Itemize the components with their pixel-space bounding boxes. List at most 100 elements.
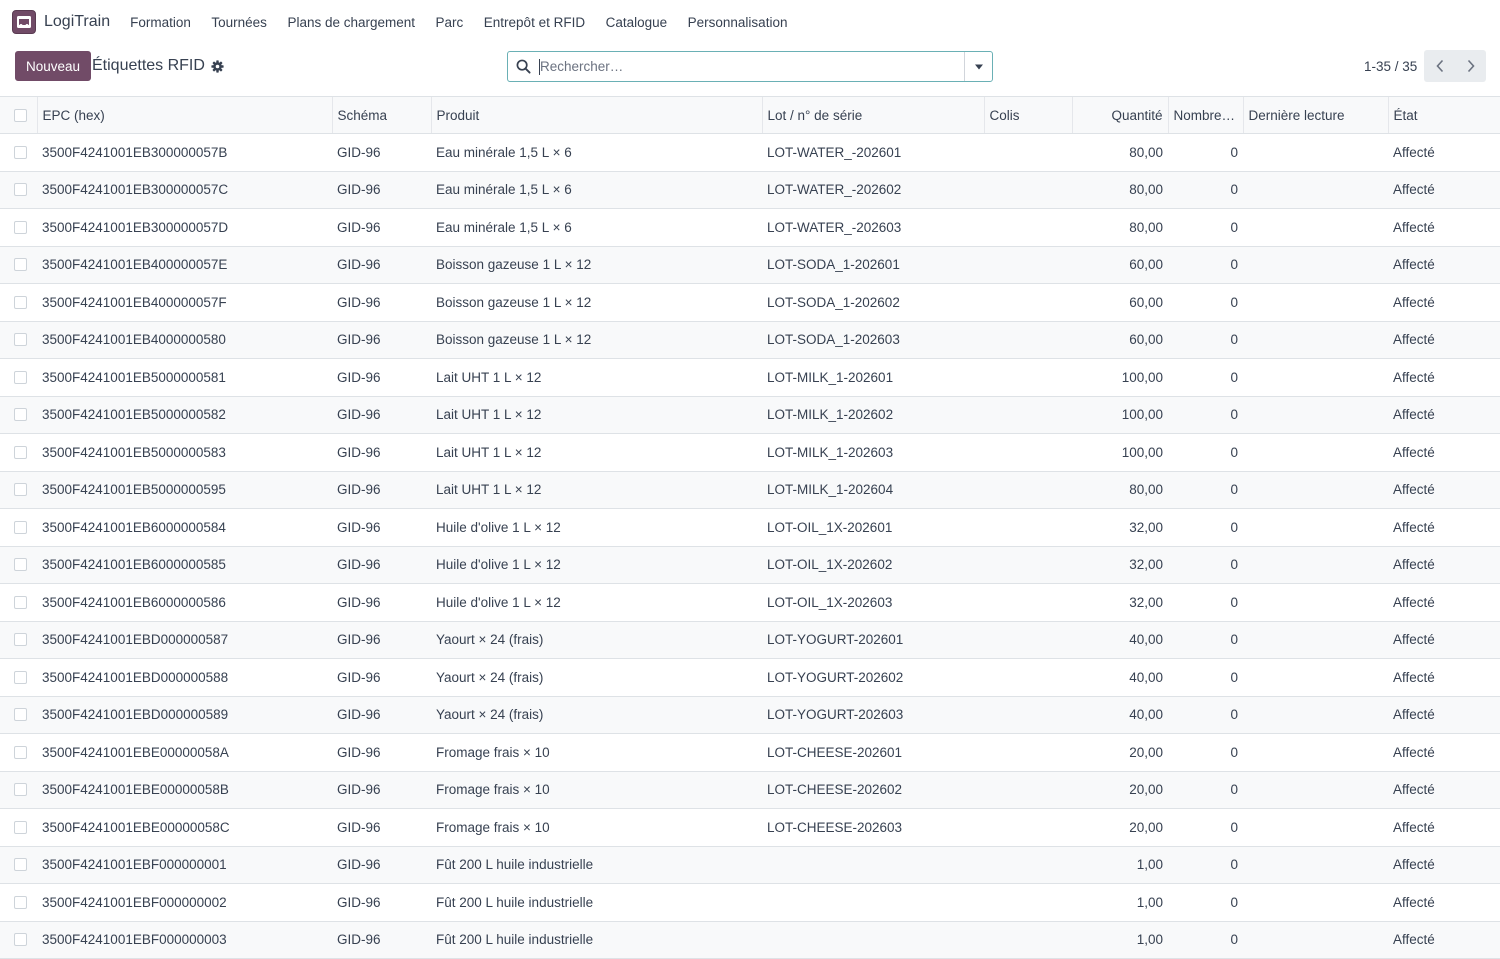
menu-item-catalogue[interactable]: Catalogue	[606, 15, 668, 30]
table-row[interactable]: 3500F4241001EBE00000058C GID-96 Fromage fr…	[0, 808, 1500, 847]
row-checkbox[interactable]	[14, 895, 27, 909]
gear-icon[interactable]	[211, 59, 224, 73]
table-row[interactable]: 3500F4241001EBD000000588 GID-96 Yaourt × 2…	[0, 658, 1500, 697]
column-header-lot[interactable]: Lot / n° de série	[761, 96, 984, 134]
row-checkbox[interactable]	[14, 933, 27, 947]
row-checkbox[interactable]	[14, 783, 27, 797]
cell-package	[984, 546, 1072, 584]
row-checkbox-cell[interactable]	[0, 321, 37, 359]
row-checkbox-cell[interactable]	[0, 208, 37, 247]
menu-item-entrepot-rfid[interactable]: Entrepôt et RFID	[484, 15, 585, 30]
app-brand[interactable]: LogiTrain	[44, 13, 110, 31]
row-checkbox[interactable]	[14, 483, 27, 497]
row-checkbox-cell[interactable]	[0, 133, 37, 172]
cell-read-count: 0	[1168, 246, 1243, 284]
row-checkbox[interactable]	[14, 220, 27, 234]
column-header-quantity[interactable]: Quantité	[1071, 96, 1168, 134]
menu-item-parc[interactable]: Parc	[436, 15, 464, 30]
row-checkbox[interactable]	[14, 858, 27, 872]
row-checkbox[interactable]	[14, 295, 27, 309]
column-header-scheme[interactable]: Schéma	[331, 96, 431, 134]
row-checkbox[interactable]	[14, 633, 27, 647]
table-row[interactable]: 3500F4241001EB6000000586 GID-96 Huile d'ol…	[0, 583, 1500, 622]
table-row[interactable]: 3500F4241001EB400000057E GID-96 Boisson ga…	[0, 246, 1500, 284]
menu-item-personnalisation[interactable]: Personnalisation	[688, 15, 788, 30]
table-row[interactable]: 3500F4241001EBF000000003 GID-96 Fût 200 L …	[0, 921, 1500, 959]
select-all-checkbox-cell[interactable]	[0, 96, 37, 134]
table-row[interactable]: 3500F4241001EB300000057D GID-96 Eau minéra…	[0, 208, 1500, 247]
row-checkbox-cell[interactable]	[0, 358, 37, 397]
table-row[interactable]: 3500F4241001EB4000000580 GID-96 Boisson ga…	[0, 321, 1500, 359]
menu-item-tournees[interactable]: Tournées	[211, 15, 267, 30]
row-checkbox[interactable]	[14, 670, 27, 684]
column-header-package[interactable]: Colis	[983, 96, 1072, 134]
column-header-last-read[interactable]: Dernière lecture	[1242, 96, 1388, 134]
chevron-right-icon[interactable]	[1455, 50, 1486, 82]
row-checkbox-cell[interactable]	[0, 171, 37, 209]
table-row[interactable]: 3500F4241001EB300000057C GID-96 Eau minéra…	[0, 171, 1500, 209]
table-row[interactable]: 3500F4241001EBE00000058B GID-96 Fromage fr…	[0, 771, 1500, 809]
row-checkbox-cell[interactable]	[0, 658, 37, 697]
row-checkbox-cell[interactable]	[0, 583, 37, 622]
chevron-left-icon[interactable]	[1424, 50, 1455, 82]
table-row[interactable]: 3500F4241001EB5000000583 GID-96 Lait UHT 1…	[0, 433, 1500, 472]
cell-package	[984, 808, 1072, 847]
cell-state: Affecté	[1388, 133, 1500, 172]
row-checkbox[interactable]	[14, 708, 27, 722]
row-checkbox-cell[interactable]	[0, 808, 37, 847]
row-checkbox[interactable]	[14, 520, 27, 534]
menu-item-plans-de-chargement[interactable]: Plans de chargement	[287, 15, 415, 30]
search-input[interactable]	[539, 58, 964, 75]
table-row[interactable]: 3500F4241001EB6000000585 GID-96 Huile d'ol…	[0, 546, 1500, 584]
row-checkbox[interactable]	[14, 445, 27, 459]
new-button[interactable]: Nouveau	[15, 51, 92, 81]
row-checkbox[interactable]	[14, 745, 27, 759]
table-row[interactable]: 3500F4241001EB5000000595 GID-96 Lait UHT 1…	[0, 471, 1500, 509]
row-checkbox-cell[interactable]	[0, 733, 37, 772]
row-checkbox[interactable]	[14, 595, 27, 609]
row-checkbox-cell[interactable]	[0, 771, 37, 809]
row-checkbox[interactable]	[14, 558, 27, 572]
row-checkbox[interactable]	[14, 820, 27, 834]
row-checkbox[interactable]	[14, 145, 27, 159]
cell-epc: 3500F4241001EB6000000584	[37, 508, 332, 547]
row-checkbox-cell[interactable]	[0, 471, 37, 509]
table-row[interactable]: 3500F4241001EB5000000581 GID-96 Lait UHT 1…	[0, 358, 1500, 397]
row-checkbox-cell[interactable]	[0, 246, 37, 284]
pager-value[interactable]: 1-35 / 35	[1364, 52, 1417, 80]
cell-product: Yaourt × 24 (frais)	[431, 621, 762, 659]
table-row[interactable]: 3500F4241001EBE00000058A GID-96 Fromage fr…	[0, 733, 1500, 772]
table-row[interactable]: 3500F4241001EB300000057B GID-96 Eau minéra…	[0, 133, 1500, 172]
row-checkbox-cell[interactable]	[0, 283, 37, 322]
table-row[interactable]: 3500F4241001EBF000000001 GID-96 Fût 200 L …	[0, 846, 1500, 884]
table-row[interactable]: 3500F4241001EB6000000584 GID-96 Huile d'ol…	[0, 508, 1500, 547]
row-checkbox[interactable]	[14, 258, 27, 272]
column-header-read-count[interactable]: Nombre …	[1167, 96, 1243, 134]
table-row[interactable]: 3500F4241001EBD000000587 GID-96 Yaourt × 2…	[0, 621, 1500, 659]
row-checkbox[interactable]	[14, 408, 27, 422]
column-header-product[interactable]: Produit	[430, 96, 762, 134]
table-row[interactable]: 3500F4241001EB400000057F GID-96 Boisson ga…	[0, 283, 1500, 322]
truck-icon[interactable]	[12, 10, 36, 34]
table-row[interactable]: 3500F4241001EBD000000589 GID-96 Yaourt × 2…	[0, 696, 1500, 734]
table-row[interactable]: 3500F4241001EBF000000002 GID-96 Fût 200 L …	[0, 883, 1500, 922]
column-header-epc[interactable]: EPC (hex)	[36, 96, 332, 134]
row-checkbox-cell[interactable]	[0, 433, 37, 472]
row-checkbox-cell[interactable]	[0, 846, 37, 884]
column-header-state[interactable]: État	[1387, 96, 1500, 134]
caret-down-icon[interactable]	[964, 52, 992, 81]
table-row[interactable]: 3500F4241001EB5000000582 GID-96 Lait UHT 1…	[0, 396, 1500, 434]
row-checkbox-cell[interactable]	[0, 546, 37, 584]
row-checkbox[interactable]	[14, 183, 27, 197]
row-checkbox-cell[interactable]	[0, 396, 37, 434]
row-checkbox-cell[interactable]	[0, 621, 37, 659]
row-checkbox-cell[interactable]	[0, 883, 37, 922]
select-all-checkbox[interactable]	[14, 108, 27, 122]
cell-epc: 3500F4241001EBF000000003	[37, 921, 332, 959]
row-checkbox[interactable]	[14, 370, 27, 384]
row-checkbox-cell[interactable]	[0, 696, 37, 734]
row-checkbox-cell[interactable]	[0, 508, 37, 547]
row-checkbox[interactable]	[14, 333, 27, 347]
row-checkbox-cell[interactable]	[0, 921, 37, 959]
menu-item-formation[interactable]: Formation	[130, 15, 191, 30]
